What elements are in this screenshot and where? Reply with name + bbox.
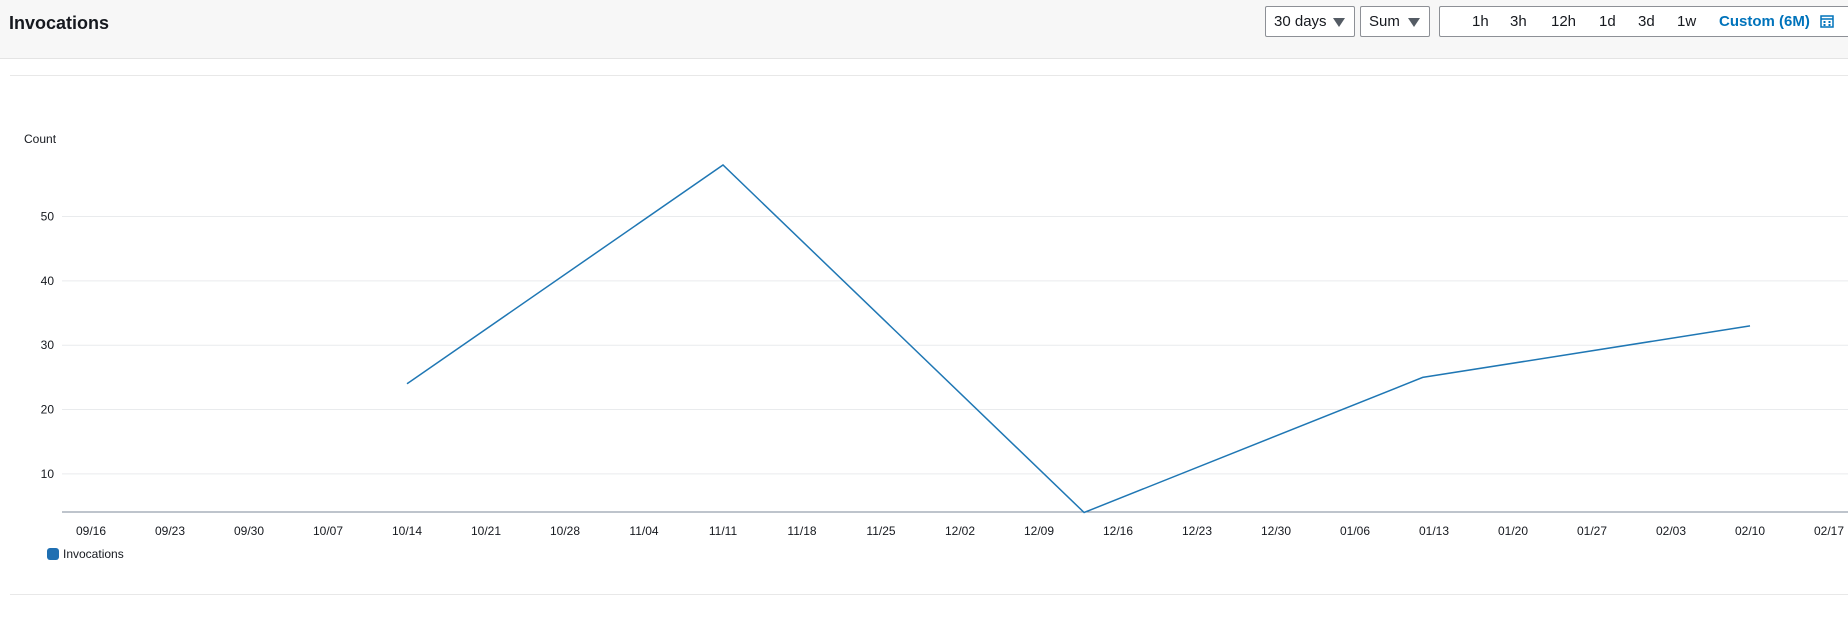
x-tick-label: 10/07 <box>313 524 343 538</box>
chart-legend[interactable]: Invocations <box>47 547 124 561</box>
x-tick-label: 09/23 <box>155 524 185 538</box>
x-tick-label: 12/23 <box>1182 524 1212 538</box>
x-tick-label: 12/09 <box>1024 524 1054 538</box>
series-line-invocations[interactable] <box>406 164 1751 514</box>
x-tick-label: 11/11 <box>709 524 738 538</box>
x-tick-label: 12/02 <box>945 524 975 538</box>
x-tick-label: 11/18 <box>787 524 816 538</box>
x-tick-label: 02/10 <box>1735 524 1765 538</box>
y-tick-label: 20 <box>41 403 55 417</box>
x-tick-label: 10/21 <box>471 524 501 538</box>
y-tick-label: 30 <box>41 338 55 352</box>
invocations-line-chart: Count 10 20 30 40 50 09/16 09/23 09/30 10/07 10/… <box>24 132 1848 538</box>
x-tick-label: 10/14 <box>392 524 422 538</box>
y-tick-label: 10 <box>41 467 55 481</box>
y-axis-label: Count <box>24 132 57 146</box>
panel-bottom-divider <box>10 594 1848 595</box>
x-tick-label: 01/27 <box>1577 524 1607 538</box>
x-tick-label: 01/13 <box>1419 524 1449 538</box>
x-tick-label: 01/20 <box>1498 524 1528 538</box>
x-tick-label: 11/04 <box>629 524 658 538</box>
x-tick-label: 01/06 <box>1340 524 1370 538</box>
x-tick-label: 02/17 <box>1814 524 1844 538</box>
y-tick-label: 40 <box>41 274 55 288</box>
x-tick-label: 12/30 <box>1261 524 1291 538</box>
x-tick-label: 10/28 <box>550 524 580 538</box>
x-tick-label: 02/03 <box>1656 524 1686 538</box>
x-tick-label: 09/16 <box>76 524 106 538</box>
x-tick-label: 12/16 <box>1103 524 1133 538</box>
x-tick-label: 09/30 <box>234 524 264 538</box>
x-tick-label: 11/25 <box>866 524 895 538</box>
y-tick-label: 50 <box>41 210 55 224</box>
legend-swatch <box>47 548 59 560</box>
legend-label: Invocations <box>63 547 124 561</box>
